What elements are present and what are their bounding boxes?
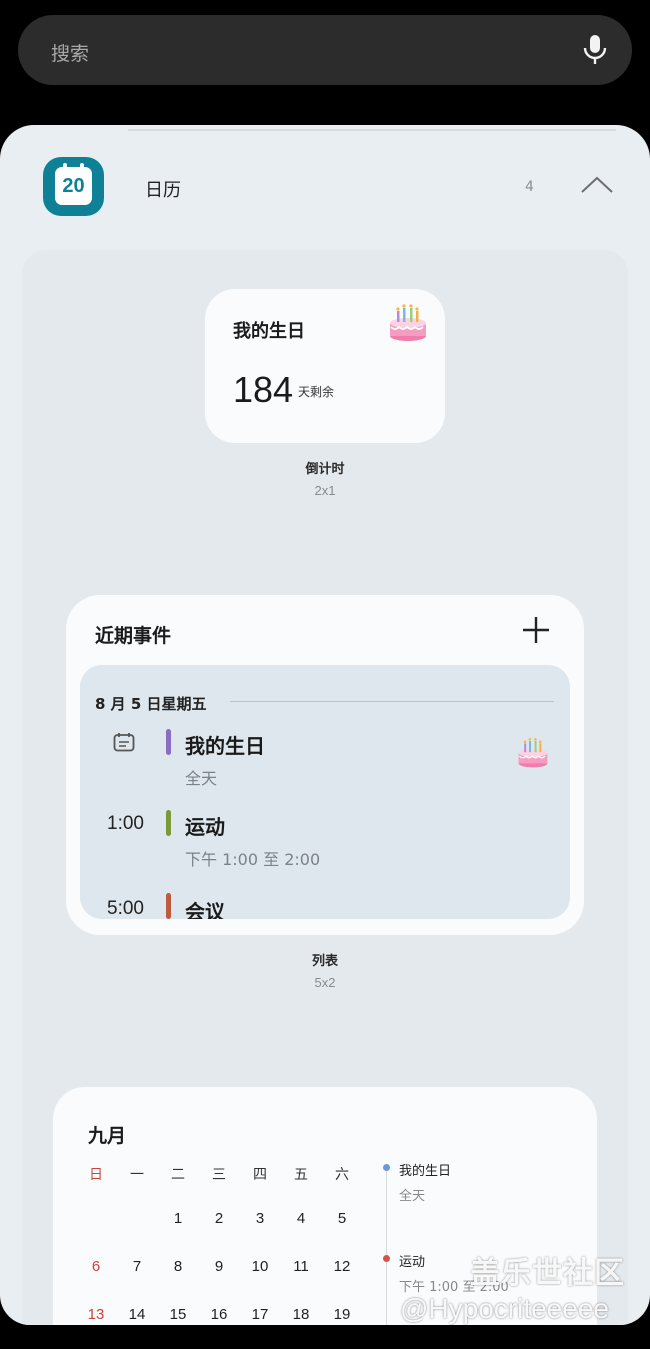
day-cell[interactable]: 12	[322, 1258, 362, 1275]
upcoming-events-widget[interactable]: 近期事件 8 月 5 日星期五 我的生日 全天 1:00 运动 下午 1:00 …	[66, 595, 584, 935]
month-title: 九月	[88, 1125, 127, 1147]
divider	[128, 129, 616, 131]
day-cell[interactable]: 14	[117, 1306, 157, 1323]
day-cell[interactable]: 10	[240, 1258, 280, 1275]
event-title[interactable]: 我的生日	[185, 730, 265, 759]
widget-size: 2x1	[314, 483, 336, 498]
events-date: 8 月 5 日星期五	[95, 695, 207, 713]
day-cell[interactable]: 17	[240, 1306, 280, 1323]
search-bar[interactable]: 搜索	[18, 15, 632, 85]
day-cell[interactable]: 18	[281, 1306, 321, 1323]
weekday-header: 二	[171, 1167, 185, 1183]
weekday-header: 日	[89, 1167, 103, 1183]
cake-icon	[390, 304, 426, 341]
day-cell[interactable]: 4	[281, 1210, 321, 1227]
day-cell[interactable]: 16	[199, 1306, 239, 1323]
event-color-bar	[166, 729, 171, 755]
event-title[interactable]: 会议	[185, 896, 225, 919]
widget-name: 列表	[311, 954, 338, 969]
countdown-days: 184	[233, 369, 294, 410]
event-color-bar	[166, 893, 171, 919]
agenda-dot	[383, 1255, 390, 1262]
event-time: 5:00	[107, 898, 144, 919]
calendar-icon: 20	[55, 163, 92, 205]
day-cell[interactable]: 19	[322, 1306, 362, 1323]
event-color-bar	[166, 810, 171, 836]
chevron-up-icon[interactable]	[580, 175, 614, 195]
calendar-icon-day: 20	[62, 175, 85, 197]
widget-panel: 20 日历 4 我的生日 184 天剩余 倒计时 2x1 近期事件 8 月 5 …	[0, 125, 650, 1325]
event-subtitle: 全天	[185, 769, 218, 788]
event-time: 1:00	[107, 813, 144, 834]
events-list: 8 月 5 日星期五 我的生日 全天 1:00 运动 下午 1:00 至 2:0…	[80, 665, 570, 919]
day-cell[interactable]: 2	[199, 1210, 239, 1227]
list-caption: 列表 5x2	[0, 950, 650, 990]
day-cell[interactable]: 1	[158, 1210, 198, 1227]
day-cell[interactable]: 7	[117, 1258, 157, 1275]
day-cell[interactable]: 3	[240, 1210, 280, 1227]
day-cell[interactable]: 15	[158, 1306, 198, 1323]
day-cell[interactable]: 11	[281, 1258, 321, 1275]
add-event-button[interactable]	[521, 615, 551, 645]
app-title: 日历	[145, 180, 181, 201]
day-cell[interactable]: 9	[199, 1258, 239, 1275]
event-subtitle: 下午 1:00 至 2:00	[185, 850, 321, 869]
watermark-handle: @Hypocriteeeee	[400, 1293, 609, 1324]
countdown-unit: 天剩余	[298, 385, 335, 399]
agenda-event-title[interactable]: 我的生日	[399, 1160, 451, 1179]
widget-size: 5x2	[314, 975, 336, 990]
search-input[interactable]: 搜索	[51, 39, 89, 66]
all-day-icon	[113, 733, 135, 752]
weekday-header: 五	[294, 1167, 308, 1183]
watermark-title: 盖乐世社区	[470, 1256, 625, 1291]
day-cell[interactable]: 13	[76, 1306, 116, 1323]
countdown-title: 我的生日	[233, 321, 305, 342]
day-cell[interactable]: 8	[158, 1258, 198, 1275]
day-cell[interactable]: 5	[322, 1210, 362, 1227]
cake-icon	[518, 738, 548, 768]
widget-count: 4	[525, 179, 534, 195]
countdown-widget[interactable]: 我的生日 184 天剩余	[205, 289, 445, 443]
event-title[interactable]: 运动	[185, 811, 225, 840]
day-cell[interactable]: 6	[76, 1258, 116, 1275]
divider	[230, 701, 554, 702]
widget-name: 倒计时	[305, 462, 345, 477]
weekday-header: 三	[212, 1167, 226, 1183]
weekday-header: 六	[335, 1167, 349, 1183]
calendar-app-icon: 20	[43, 157, 104, 216]
agenda-dot	[383, 1164, 390, 1171]
widget-header: 近期事件	[95, 625, 172, 647]
agenda-event-subtitle: 全天	[399, 1189, 426, 1204]
countdown-caption: 倒计时 2x1	[0, 458, 650, 498]
weekday-header: 一	[130, 1167, 144, 1183]
microphone-icon[interactable]	[580, 33, 610, 67]
weekday-header: 四	[253, 1167, 267, 1183]
agenda-timeline	[386, 1169, 387, 1325]
agenda-event-title[interactable]: 运动	[399, 1251, 425, 1270]
